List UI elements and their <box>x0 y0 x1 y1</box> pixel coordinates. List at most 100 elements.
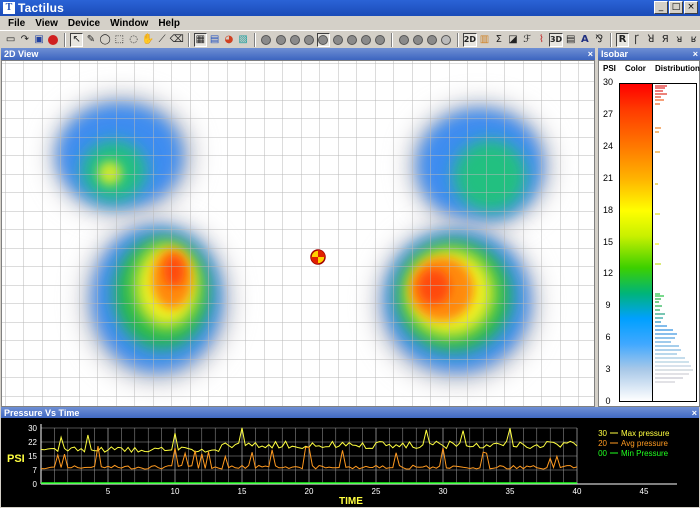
measure-tool-icon[interactable]: ⟋ <box>155 33 168 47</box>
toolbar-separator <box>253 32 256 47</box>
prev-frame-icon[interactable] <box>274 33 287 47</box>
menu-help[interactable]: Help <box>158 18 180 29</box>
toolbar-separator <box>609 32 612 47</box>
legend-value: 30 <box>598 429 607 438</box>
isobar-title: Isobar <box>601 49 629 59</box>
y-tick-label: 22 <box>28 438 37 447</box>
2d-view-title: 2D View <box>4 49 39 59</box>
2d-view-canvas[interactable] <box>1 60 595 407</box>
next-frame-icon[interactable] <box>359 33 372 47</box>
grid-icon[interactable]: ▦ <box>193 32 208 47</box>
hand-tool-icon[interactable]: ✋ <box>141 33 154 47</box>
lasso-tool-icon[interactable]: ◌ <box>127 33 140 47</box>
scale-icon[interactable]: ⅋ <box>593 33 606 47</box>
ellipse-tool-icon[interactable]: ◯ <box>99 33 112 47</box>
rotate-90-icon[interactable]: Ꞅ <box>630 33 643 47</box>
eraser-tool-icon[interactable]: ⌫ <box>170 33 184 47</box>
palette-icon[interactable]: ◕ <box>222 33 235 47</box>
pause-icon[interactable] <box>316 32 331 47</box>
center-of-pressure-marker[interactable] <box>310 249 326 265</box>
loop-icon[interactable] <box>440 33 453 47</box>
isobar-tick-label: 6 <box>605 332 611 343</box>
isobar-tick-label: 12 <box>602 268 613 279</box>
isobar-tick-label: 30 <box>602 77 613 87</box>
isobar-tick-label: 0 <box>605 396 611 406</box>
bar-chart-icon[interactable]: ▥ <box>478 33 491 47</box>
pressure-vs-time-graph[interactable]: PSI TIME 30 22 15 7 0 5 10 15 20 25 30 35 40 45 30 Max… <box>1 418 699 507</box>
area-icon[interactable]: ◪ <box>506 33 519 47</box>
toolbar-separator <box>456 32 459 47</box>
menu-file[interactable]: File <box>8 18 25 29</box>
x-tick-label: 25 <box>372 487 381 496</box>
minimize-button[interactable]: _ <box>654 1 668 14</box>
app-logo-icon: T <box>3 2 15 14</box>
isobar-tick-label: 3 <box>605 364 611 375</box>
stop-icon[interactable] <box>47 33 60 47</box>
isobar-close-button[interactable]: × <box>693 48 698 60</box>
x-tick-label: 15 <box>238 487 247 496</box>
psi-axis-label: PSI <box>7 453 25 465</box>
menu-view[interactable]: View <box>35 18 58 29</box>
text-tool-icon[interactable]: A <box>578 33 591 47</box>
pointer-tool-icon[interactable]: ↖ <box>69 32 84 47</box>
pen-tool-icon[interactable]: ✎ <box>84 33 97 47</box>
y-tick-label: 7 <box>33 466 38 475</box>
isobar-header: Isobar × <box>598 48 700 60</box>
legend-label: Max pressure <box>621 429 670 438</box>
rotate-r-button[interactable]: R <box>615 32 630 47</box>
isobar-panel: PSI Color Distribution 30 27 24 21 18 15 12 9 6 3… <box>598 60 700 407</box>
menu-device[interactable]: Device <box>68 18 100 29</box>
y-tick-label: 15 <box>28 452 37 461</box>
window-title: Tactilus <box>18 1 65 15</box>
toolbar-separator <box>187 32 190 47</box>
maximize-button[interactable]: □ <box>669 1 683 14</box>
isobar-tick-label: 27 <box>602 108 613 119</box>
step-forward-icon[interactable] <box>331 33 344 47</box>
2d-view-header: 2D View × <box>1 48 595 60</box>
redo-icon[interactable]: ↷ <box>18 33 31 47</box>
view-2d-button[interactable]: 2D <box>462 32 477 47</box>
rewind-icon[interactable] <box>288 33 301 47</box>
isobar-tick-label: 15 <box>602 236 613 247</box>
flip-vertical-icon[interactable]: ʁ <box>687 33 700 47</box>
table-icon[interactable]: ▤ <box>564 33 577 47</box>
legend-value: 00 <box>598 449 607 458</box>
layout-icon[interactable]: ▤ <box>208 33 221 47</box>
close-button[interactable]: × <box>684 1 698 14</box>
distribution-histogram <box>653 83 697 402</box>
legend-label: Min Pressure <box>621 449 669 458</box>
isobar-tick-label: 9 <box>605 300 611 311</box>
sum-icon[interactable]: Σ <box>492 33 505 47</box>
menu-window[interactable]: Window <box>110 18 148 29</box>
new-file-icon[interactable]: ▭ <box>4 33 17 47</box>
rectangle-tool-icon[interactable]: ⬚ <box>113 33 126 47</box>
view-3d-button[interactable]: 3D <box>549 32 564 47</box>
first-frame-icon[interactable] <box>260 33 273 47</box>
psi-column-header: PSI <box>603 64 616 73</box>
last-frame-icon[interactable] <box>374 33 387 47</box>
legend-label: Avg pressure <box>621 439 669 448</box>
flip-horizontal-icon[interactable]: ᴚ <box>673 33 686 47</box>
record-icon[interactable] <box>425 33 438 47</box>
x-tick-label: 10 <box>171 487 180 496</box>
x-tick-label: 30 <box>439 487 448 496</box>
menu-bar: File View Device Window Help <box>0 16 700 30</box>
color-column-header: Color <box>625 64 646 73</box>
time-axis-label: TIME <box>339 496 363 507</box>
line-chart-icon[interactable]: ⌇ <box>535 33 548 47</box>
save-icon[interactable]: ▣ <box>32 33 45 47</box>
2d-view-close-button[interactable]: × <box>588 48 593 60</box>
y-tick-label: 0 <box>33 480 38 489</box>
step-back-icon[interactable] <box>302 33 315 47</box>
force-icon[interactable]: ℱ <box>521 33 534 47</box>
legend-value: 20 <box>598 439 607 448</box>
rotate-270-icon[interactable]: Я <box>659 33 672 47</box>
rotate-180-icon[interactable]: ꓤ <box>644 33 657 47</box>
record-forward-icon[interactable] <box>411 33 424 47</box>
x-tick-label: 35 <box>506 487 515 496</box>
color-scale-bar[interactable] <box>619 83 653 402</box>
toolbar: ▭ ↷ ▣ ↖ ✎ ◯ ⬚ ◌ ✋ ⟋ ⌫ ▦ ▤ ◕ ▧ 2D ▥ Σ ◪ ℱ… <box>0 30 700 48</box>
image-icon[interactable]: ▧ <box>237 33 250 47</box>
record-back-icon[interactable] <box>397 33 410 47</box>
fast-forward-icon[interactable] <box>345 33 358 47</box>
